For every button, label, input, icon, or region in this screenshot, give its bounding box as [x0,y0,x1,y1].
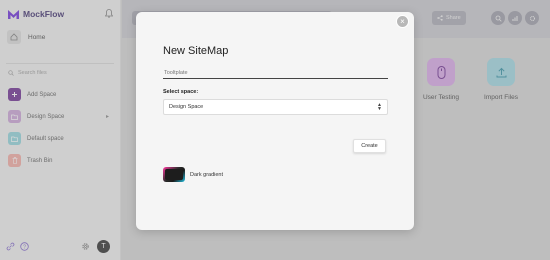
theme-option-dark-gradient[interactable]: Dark gradient [163,167,223,182]
select-space-label: Select space: [163,89,199,95]
sitemap-name-input[interactable] [163,67,388,79]
dialog-title: New SiteMap [163,45,229,57]
new-sitemap-dialog: × New SiteMap Select space: Design Space… [136,12,414,230]
theme-thumbnail [163,167,185,182]
space-select-value: Design Space [169,104,204,110]
space-select[interactable]: Design Space ▲ ▼ [163,99,388,115]
close-icon[interactable]: × [396,15,409,28]
create-button[interactable]: Create [353,139,386,153]
select-caret-icon: ▲ ▼ [377,102,382,112]
theme-label: Dark gradient [190,171,224,178]
